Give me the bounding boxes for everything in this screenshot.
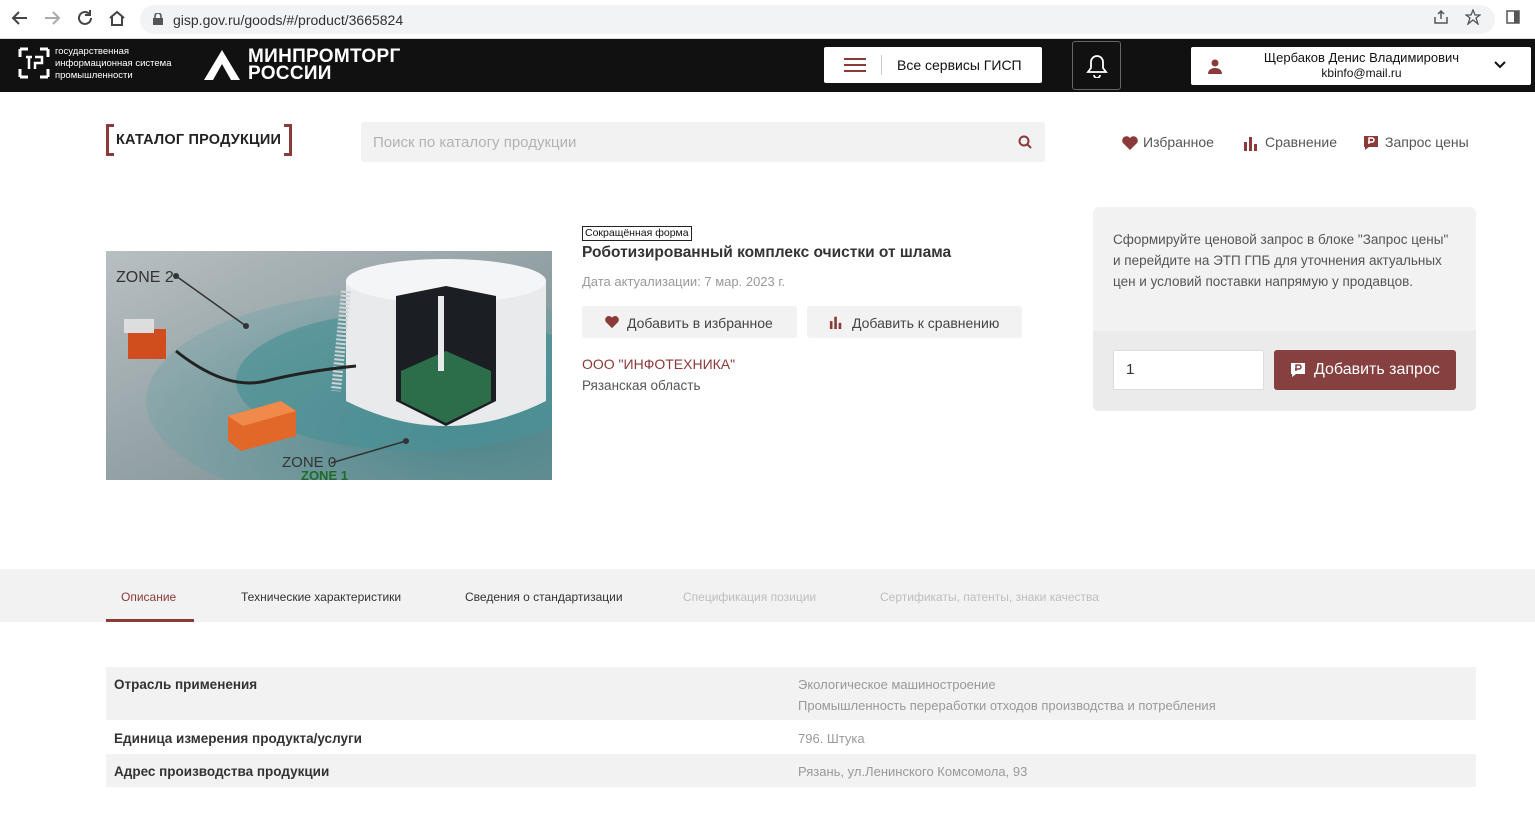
- tab-certificates[interactable]: Сертификаты, патенты, знаки качества: [880, 590, 1099, 604]
- home-icon[interactable]: [107, 9, 127, 29]
- heart-icon: [605, 316, 619, 329]
- user-menu[interactable]: Щербаков Денис Владимирович kbinfo@mail.…: [1191, 47, 1531, 85]
- user-email: kbinfo@mail.ru: [1321, 66, 1402, 80]
- table-row: Единица измерения продукта/услуги 796. Ш…: [106, 720, 1476, 754]
- product-title: Роботизированный комплекс очистки от шла…: [582, 244, 952, 261]
- back-icon[interactable]: [10, 9, 30, 29]
- all-services-label: Все сервисы ГИСП: [897, 57, 1022, 73]
- site-header: государственная информационная система п…: [0, 39, 1535, 92]
- search-input[interactable]: [361, 122, 1001, 162]
- price-request-hint: Сформируйте ценовой запрос в блоке "Запр…: [1113, 232, 1449, 289]
- product-image[interactable]: ZONE 2 ZONE 0 ZONE 1: [106, 251, 552, 480]
- active-tab-indicator: [106, 619, 194, 622]
- price-request-panel: Сформируйте ценовой запрос в блоке "Запр…: [1093, 207, 1476, 411]
- address-bar[interactable]: gisp.gov.ru/goods/#/product/3665824: [140, 5, 1495, 34]
- add-to-compare-button[interactable]: Добавить к сравнению: [807, 306, 1022, 338]
- url-text: gisp.gov.ru/goods/#/product/3665824: [173, 12, 404, 28]
- menu-icon: [844, 58, 866, 72]
- minpromtorg-logo-text: МИНПРОМТОРГ РОССИИ: [248, 46, 401, 84]
- table-row: Адрес производства продукции Рязань, ул.…: [106, 754, 1476, 787]
- product-render: ZONE 2 ZONE 0 ZONE 1: [106, 251, 552, 480]
- chevron-down-icon[interactable]: [1493, 58, 1507, 72]
- ruble-tag-icon: [1291, 363, 1305, 377]
- add-request-button[interactable]: Добавить запрос: [1274, 350, 1456, 390]
- tab-description[interactable]: Описание: [121, 590, 176, 604]
- property-key: Единица измерения продукта/услуги: [114, 731, 362, 746]
- company-region: Рязанская область: [582, 378, 701, 393]
- add-to-favorites-button[interactable]: Добавить в избранное: [582, 306, 797, 338]
- gisp-logo-icon[interactable]: [18, 47, 50, 79]
- minpromtorg-logo-icon[interactable]: [203, 49, 241, 81]
- zone2-label: ZONE 2: [116, 269, 174, 286]
- quantity-input[interactable]: 1: [1113, 350, 1264, 390]
- star-icon[interactable]: [1463, 8, 1483, 29]
- short-form-badge: Сокращённая форма: [582, 226, 692, 241]
- sidebar-icon[interactable]: [1503, 9, 1523, 29]
- property-value: Экологическое машиностроение Промышленно…: [798, 677, 1216, 713]
- catalog-title[interactable]: КАТАЛОГ ПРОДУКЦИИ: [106, 124, 292, 156]
- catalog-search: [361, 122, 1045, 162]
- zone1-label: ZONE 1: [301, 468, 348, 480]
- gisp-logo-text: государственная информационная система п…: [55, 46, 172, 81]
- tab-tech-specs[interactable]: Технические характеристики: [241, 590, 401, 604]
- property-value: 796. Штука: [798, 731, 865, 746]
- lock-icon: [153, 13, 163, 25]
- share-icon[interactable]: [1431, 9, 1451, 29]
- browser-toolbar: gisp.gov.ru/goods/#/product/3665824: [0, 0, 1535, 39]
- all-services-button[interactable]: Все сервисы ГИСП: [824, 47, 1042, 83]
- product-tabs: Описание Технические характеристики Свед…: [0, 569, 1535, 622]
- property-key: Отрасль применения: [114, 677, 258, 692]
- company-link[interactable]: ООО "ИНФОТЕХНИКА": [582, 356, 735, 372]
- property-key: Адрес производства продукции: [114, 764, 330, 779]
- compare-link[interactable]: Сравнение: [1243, 134, 1343, 152]
- bar-chart-icon: [829, 316, 842, 329]
- table-row: Отрасль применения Экологическое машинос…: [106, 667, 1476, 720]
- price-request-link[interactable]: Запрос цены: [1363, 134, 1473, 152]
- heart-icon: [1122, 136, 1138, 150]
- notifications-button[interactable]: [1072, 41, 1121, 90]
- ruble-tag-icon: [1364, 136, 1378, 150]
- reload-icon[interactable]: [75, 9, 95, 29]
- favorites-link[interactable]: Избранное: [1121, 134, 1221, 152]
- search-icon[interactable]: [1018, 135, 1032, 149]
- tab-specification[interactable]: Спецификация позиции: [683, 590, 816, 604]
- user-icon: [1208, 59, 1222, 74]
- bar-chart-icon: [1244, 137, 1257, 151]
- bell-icon: [1086, 55, 1108, 78]
- user-name: Щербаков Денис Владимирович: [1263, 50, 1460, 65]
- forward-icon[interactable]: [42, 9, 62, 29]
- tab-standardization[interactable]: Сведения о стандартизации: [465, 590, 623, 604]
- property-value: Рязань, ул.Ленинского Комсомола, 93: [798, 764, 1028, 779]
- product-update-date: Дата актуализации: 7 мар. 2023 г.: [582, 274, 786, 289]
